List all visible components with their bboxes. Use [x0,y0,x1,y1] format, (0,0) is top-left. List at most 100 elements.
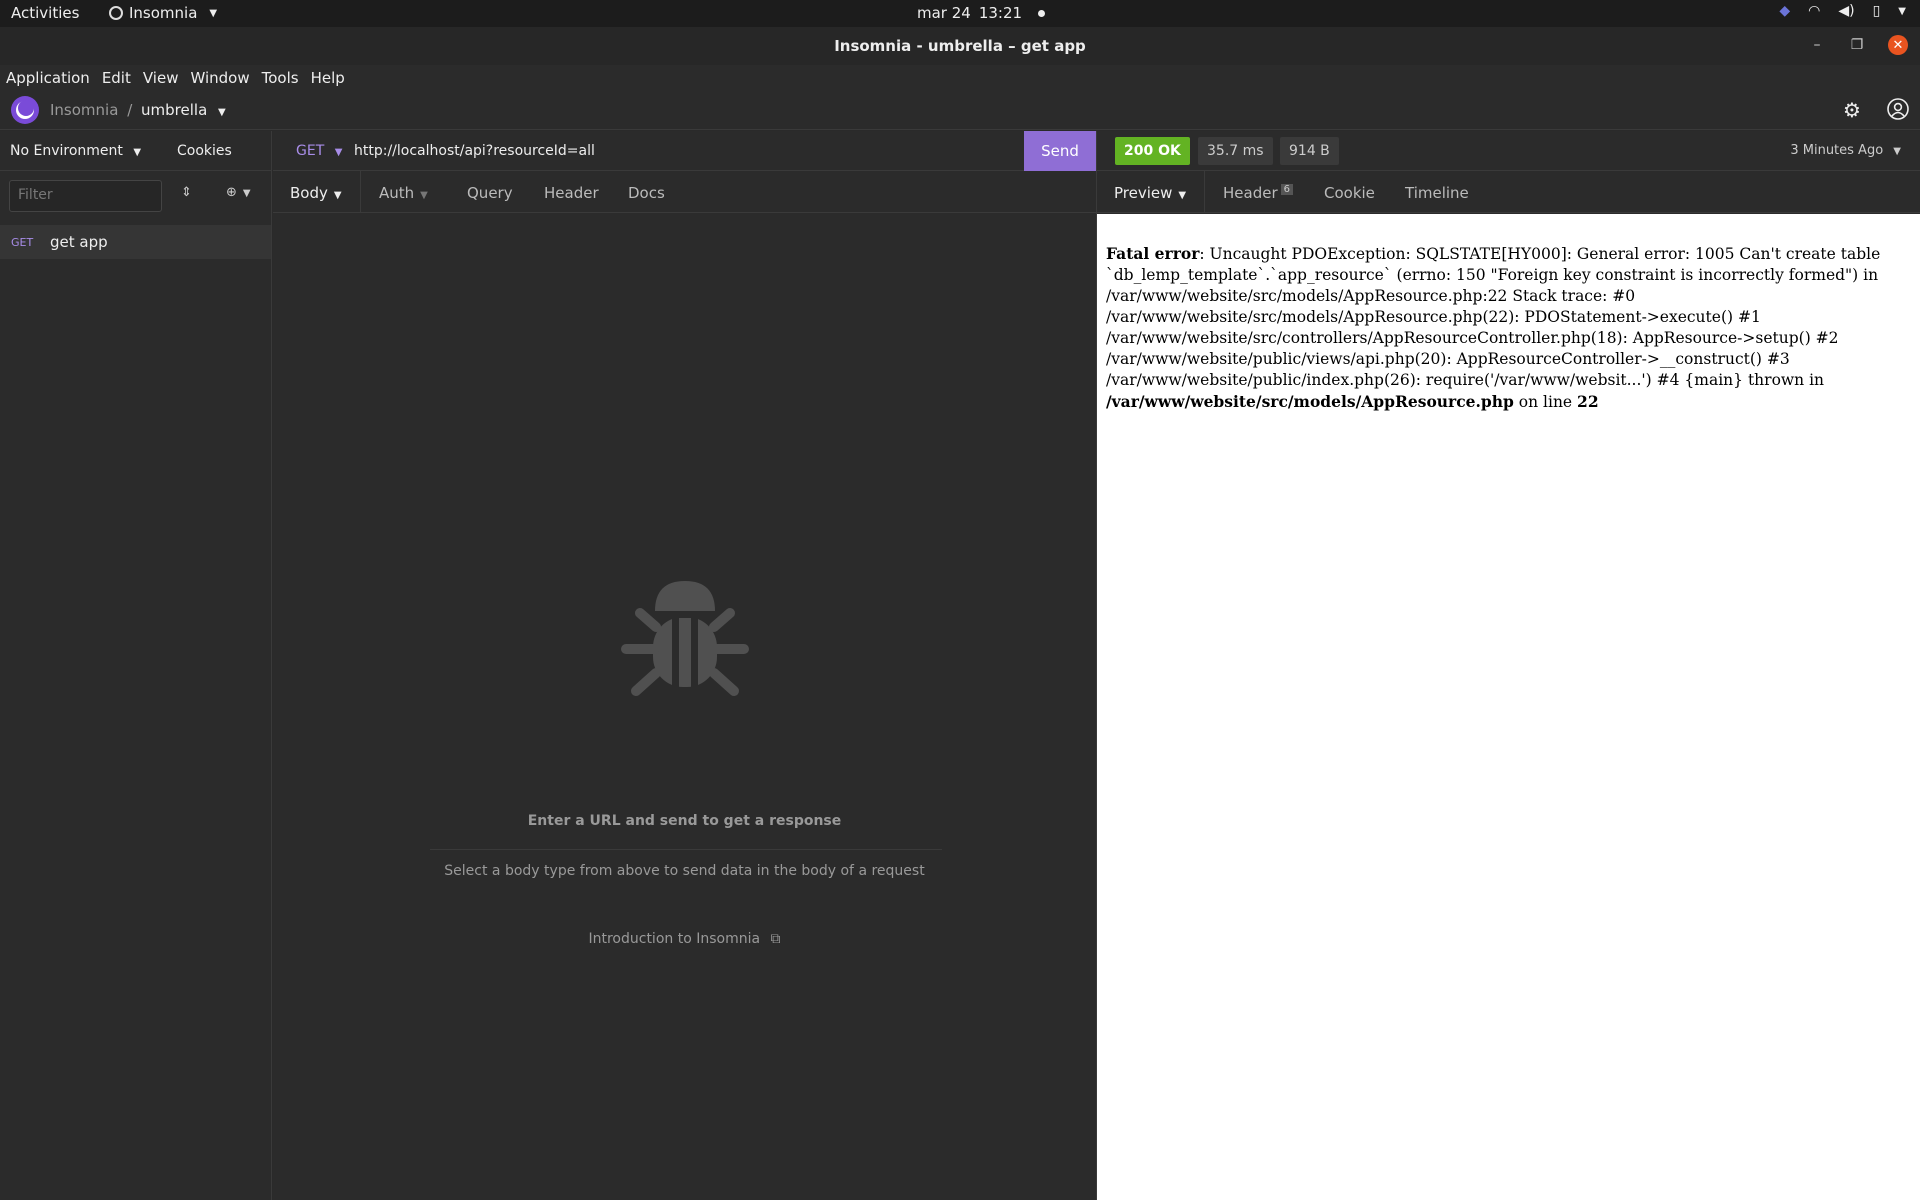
request-list-item[interactable]: GET get app [0,225,271,259]
chevron-down-icon: ▼ [333,190,342,201]
breadcrumb-separator: / [127,101,133,119]
plus-circle-icon: ⊕ [226,185,237,200]
status-badge: 200 OK [1115,137,1190,165]
settings-gear-icon[interactable]: ⚙ [1840,98,1864,122]
activities-button[interactable]: Activities [11,4,79,22]
method-dropdown[interactable]: GET ▼ [296,143,342,159]
response-size-badge: 914 B [1280,137,1339,165]
tab-body[interactable]: Body ▼ [290,184,342,202]
external-link-icon: ⧉ [770,931,781,947]
tab-auth[interactable]: Auth ▼ [379,184,428,202]
breadcrumb: Insomnia / umbrella ▼ [50,101,226,119]
environment-dropdown[interactable]: No Environment ▼ [10,143,141,159]
request-tabs: Body ▼ Auth ▼ Query Header Docs [273,171,1096,213]
tab-divider [360,171,361,213]
tab-body-label: Body [290,184,328,202]
request-name: get app [50,233,108,251]
error-line: 22 [1577,392,1599,411]
sort-icon[interactable]: ⇕ [181,185,192,200]
send-button[interactable]: Send [1024,131,1096,171]
response-age: 3 Minutes Ago [1790,143,1884,158]
tab-header[interactable]: Header [544,184,599,202]
minimize-icon[interactable]: – [1808,37,1826,53]
chevron-down-icon: ▼ [1898,5,1906,17]
cookies-button[interactable]: Cookies [177,143,232,159]
teams-icon[interactable]: ◆ [1779,3,1790,19]
response-preview: Fatal error: Uncaught PDOException: SQLS… [1097,214,1920,1200]
chevron-down-icon: ▼ [218,107,226,118]
menu-application[interactable]: Application [0,69,96,87]
response-status-bar: 200 OK 35.7 ms 914 B 3 Minutes Ago ▼ [1097,131,1920,171]
wifi-icon: ◠ [1808,3,1821,19]
add-request-button[interactable]: ⊕ ▼ [226,185,251,200]
restore-icon[interactable]: ❐ [1848,37,1866,53]
divider [430,849,942,850]
sidebar: No Environment ▼ Cookies Filter ⇕ ⊕ ▼ GET… [0,131,272,1200]
workspace-dropdown[interactable]: umbrella ▼ [141,101,226,119]
error-on-line: on line [1518,393,1573,411]
tab-divider [1204,171,1205,213]
chevron-down-icon: ▼ [334,147,343,158]
request-method: GET [11,235,34,249]
error-message: : Uncaught PDOException: SQLSTATE[HY000]… [1106,245,1881,389]
chevron-down-icon: ▼ [1893,146,1901,157]
method-label: GET [296,143,325,159]
chevron-down-icon: ▼ [420,190,428,201]
response-time-badge: 35.7 ms [1198,137,1273,165]
chevron-down-icon: ▼ [242,188,251,199]
notification-dot-icon [1038,9,1046,17]
error-file: /var/www/website/src/models/AppResource.… [1106,392,1514,411]
insomnia-app-icon [109,6,123,20]
breadcrumb-root[interactable]: Insomnia [50,101,118,119]
system-top-bar: Activities Insomnia ▼ mar 24 13:21 ◆ ◠ ◀… [0,0,1920,27]
intro-link[interactable]: Introduction to Insomnia ⧉ [273,931,1096,947]
window-title-bar: Insomnia - umbrella – get app – ❐ ✕ [0,27,1920,65]
response-tabs: Preview ▼ Header 6 Cookie Timeline [1097,171,1920,213]
account-icon[interactable] [1886,98,1910,122]
menu-tools[interactable]: Tools [256,69,305,87]
chevron-down-icon: ▼ [133,147,142,158]
tab-response-header-label: Header [1223,184,1278,202]
clock[interactable]: mar 24 13:21 [917,4,1046,22]
response-pane: 200 OK 35.7 ms 914 B 3 Minutes Ago ▼ Pre… [1096,131,1920,1200]
app-header: Insomnia / umbrella ▼ ⚙ [0,90,1920,130]
breadcrumb-current: umbrella [141,101,208,119]
bug-icon [621,581,749,696]
chevron-down-icon: ▼ [1178,190,1187,201]
close-icon[interactable]: ✕ [1888,35,1908,55]
environment-label: No Environment [10,143,123,159]
tab-cookie[interactable]: Cookie [1324,184,1375,202]
window-title: Insomnia - umbrella – get app [834,37,1086,55]
empty-state: Enter a URL and send to get a response S… [273,213,1096,1200]
filter-row: Filter ⇕ ⊕ ▼ [0,171,271,223]
header-count-badge: 6 [1280,184,1293,195]
battery-icon: ▯ [1872,3,1881,19]
url-input[interactable]: http://localhost/api?resourceId=all [354,143,595,159]
volume-icon: ◀) [1838,3,1855,19]
tab-query[interactable]: Query [467,184,513,202]
filter-input[interactable]: Filter [9,180,162,212]
system-tray[interactable]: ◆ ◠ ◀) ▯ ▼ [1779,3,1906,19]
app-menu-label: Insomnia [129,4,198,22]
app-menu-button[interactable]: Insomnia ▼ [109,4,217,22]
menu-bar: Application Edit View Window Tools Help [0,65,1920,90]
menu-window[interactable]: Window [184,69,255,87]
environment-row: No Environment ▼ Cookies [0,131,271,171]
intro-link-label: Introduction to Insomnia [588,931,761,947]
menu-help[interactable]: Help [305,69,351,87]
menu-view[interactable]: View [137,69,185,87]
tab-docs[interactable]: Docs [628,184,665,202]
menu-edit[interactable]: Edit [96,69,137,87]
clock-time: 13:21 [978,4,1023,22]
empty-title: Enter a URL and send to get a response [527,813,842,829]
tab-timeline[interactable]: Timeline [1405,184,1469,202]
response-history-dropdown[interactable]: 3 Minutes Ago ▼ [1790,143,1901,158]
tab-preview-label: Preview [1114,184,1173,202]
insomnia-logo-icon[interactable] [11,96,39,124]
chevron-down-icon: ▼ [209,7,218,19]
error-label: Fatal error [1106,244,1200,263]
tab-response-header[interactable]: Header 6 [1223,184,1293,202]
url-bar: GET ▼ http://localhost/api?resourceId=al… [273,131,1096,171]
tab-preview[interactable]: Preview ▼ [1114,184,1186,202]
empty-subtitle: Select a body type from above to send da… [444,863,925,879]
